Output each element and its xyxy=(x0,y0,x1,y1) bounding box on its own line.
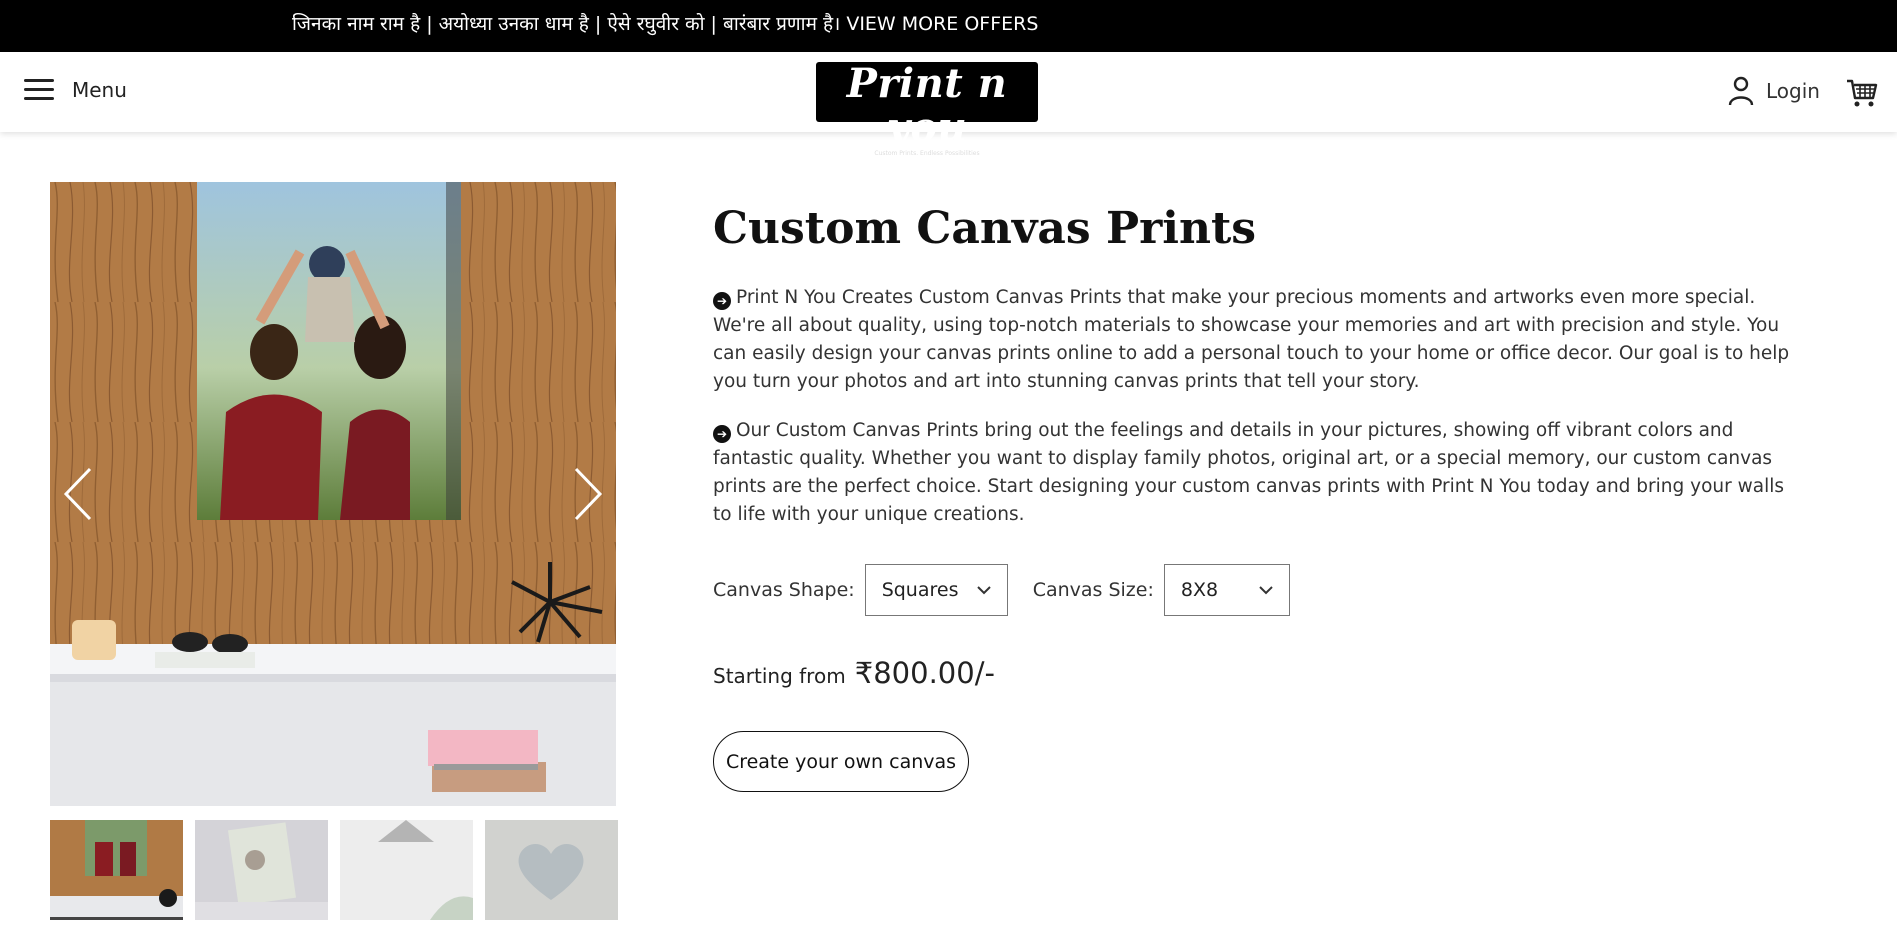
menu-button[interactable]: Menu xyxy=(24,78,127,102)
price-block: Starting from ₹800.00/- xyxy=(713,656,995,690)
chevron-down-icon xyxy=(1259,586,1273,595)
product-main-image xyxy=(50,182,616,806)
price-amount: ₹800.00/- xyxy=(854,656,995,690)
logo-text: Print n you xyxy=(846,60,1008,151)
description-text: Our Custom Canvas Prints bring out the f… xyxy=(713,420,1784,525)
site-logo[interactable]: Print n you Custom Prints. Endless Possi… xyxy=(816,62,1038,157)
chevron-left-icon xyxy=(63,467,92,521)
cart-icon xyxy=(1847,79,1878,107)
canvas-shape-value: Squares xyxy=(881,579,959,601)
thumbnail-3[interactable] xyxy=(340,820,473,920)
canvas-size-select[interactable]: 8X8 xyxy=(1163,564,1290,616)
canvas-shape-label: Canvas Shape: xyxy=(713,579,855,601)
thumbnail-image xyxy=(50,820,183,917)
description-text: Print N You Creates Custom Canvas Prints… xyxy=(713,287,1790,392)
next-image-button[interactable] xyxy=(566,464,606,524)
page-title: Custom Canvas Prints xyxy=(713,203,1257,254)
menu-label: Menu xyxy=(72,78,127,102)
thumbnail-strip xyxy=(50,820,618,920)
thumbnail-2[interactable] xyxy=(195,820,328,920)
site-header: Menu Print n you Custom Prints. Endless … xyxy=(0,52,1897,157)
hamburger-icon xyxy=(24,79,54,101)
user-icon xyxy=(1728,76,1754,106)
product-options: Canvas Shape: Squares Canvas Size: 8X8 xyxy=(713,564,1290,616)
create-canvas-button[interactable]: Create your own canvas xyxy=(713,731,969,792)
chevron-down-icon xyxy=(976,586,991,595)
login-label: Login xyxy=(1766,79,1820,103)
cart-button[interactable] xyxy=(1846,78,1878,112)
canvas-mockup-image xyxy=(50,182,616,806)
offer-text[interactable]: जिनका नाम राम है | अयोध्या उनका धाम है |… xyxy=(292,10,1038,36)
login-link[interactable]: Login xyxy=(1728,76,1820,106)
canvas-shape-select[interactable]: Squares xyxy=(864,564,1008,616)
offer-bar: जिनका नाम राम है | अयोध्या उनका धाम है |… xyxy=(0,0,1897,52)
canvas-size-label: Canvas Size: xyxy=(1032,579,1154,601)
arrow-circle-icon: ➔ xyxy=(713,425,731,443)
canvas-size-value: 8X8 xyxy=(1180,579,1219,601)
price-lead: Starting from xyxy=(713,664,846,688)
description-paragraph: ➔ Print N You Creates Custom Canvas Print… xyxy=(713,284,1803,396)
arrow-circle-icon: ➔ xyxy=(713,292,731,310)
previous-image-button[interactable] xyxy=(60,464,100,524)
logo-tagline: Custom Prints. Endless Possibilities xyxy=(874,150,980,157)
thumbnail-4[interactable] xyxy=(485,820,618,920)
chevron-right-icon xyxy=(574,467,603,521)
thumbnail-1[interactable] xyxy=(50,820,183,920)
description-paragraph: ➔ Our Custom Canvas Prints bring out the … xyxy=(713,417,1803,529)
